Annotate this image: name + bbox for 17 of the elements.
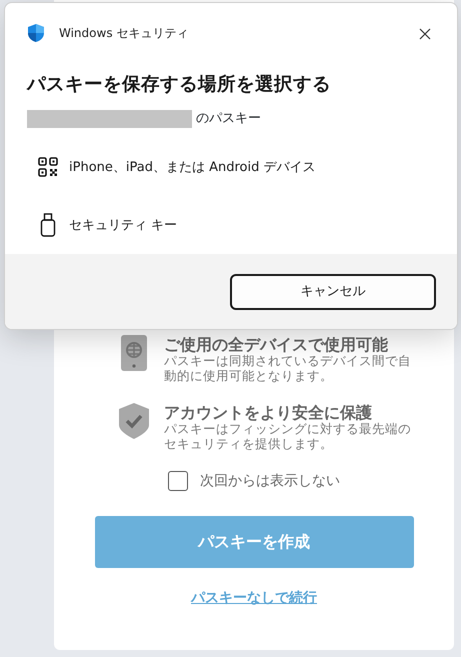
close-icon [419,28,431,40]
feature-description: パスキーはフィッシングに対する最先端のセキュリティを提供します。 [164,422,412,451]
option-item[interactable]: セキュリティ キー [21,196,435,254]
shield-icon [27,23,45,43]
cancel-button[interactable]: キャンセル [230,274,436,310]
checkbox[interactable] [168,471,188,492]
shield-check-icon [118,402,150,439]
feature-title: アカウントをより安全に保護 [164,402,373,422]
qr-code-icon [37,157,59,178]
window-title: Windows セキュリティ [59,25,188,42]
dialog-heading: パスキーを保存する場所を選択する [27,73,332,97]
checkbox-label: 次回からは表示しない [200,472,340,491]
feature-title: ご使用の全デバイスで使用可能 [164,335,389,354]
account-label: のパスキー [196,110,261,128]
option-item[interactable]: iPhone、iPad、または Android デバイス [21,138,435,196]
phone-globe-icon [121,335,147,371]
feature-description: パスキーは同期されているデバイス間で自動的に使用可能となります。 [164,354,412,383]
